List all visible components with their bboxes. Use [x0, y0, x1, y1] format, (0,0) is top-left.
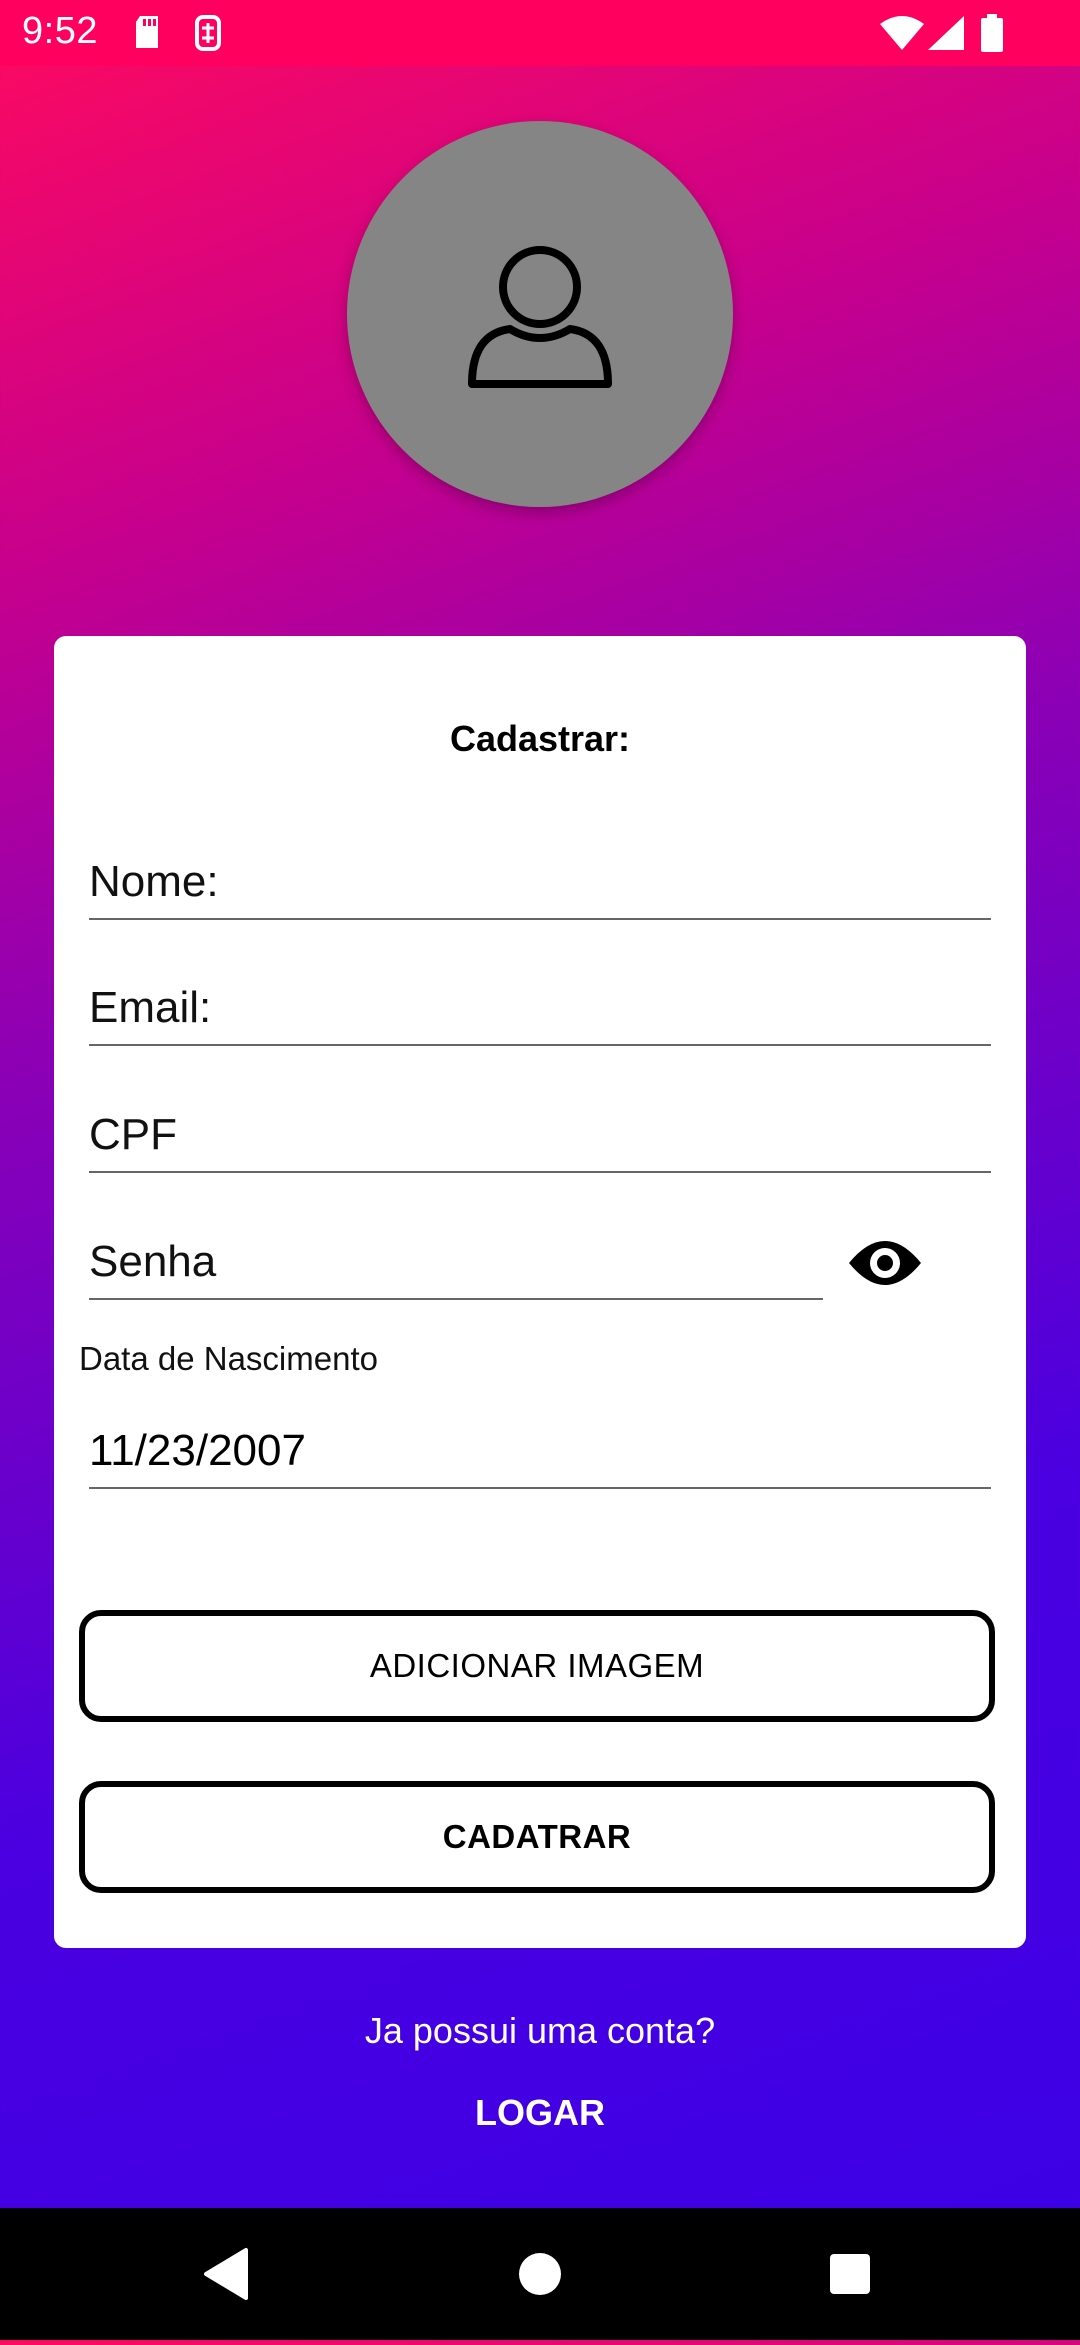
- home-button[interactable]: [480, 2208, 600, 2340]
- battery-icon: [980, 14, 1004, 57]
- have-account-text: Ja possui uma conta?: [364, 2010, 716, 2051]
- birth-date-label: Data de Nascimento: [79, 1340, 378, 1377]
- password-field[interactable]: [89, 1232, 823, 1300]
- eye-icon: [849, 1241, 921, 1285]
- signal-icon: [928, 16, 964, 55]
- birth-date-field[interactable]: [89, 1421, 991, 1489]
- person-icon: [468, 246, 612, 388]
- status-time: 9:52: [22, 10, 98, 52]
- avatar[interactable]: [347, 121, 733, 507]
- name-input[interactable]: [89, 852, 991, 912]
- email-field[interactable]: [89, 978, 991, 1046]
- navigation-bar: [0, 2208, 1080, 2340]
- sync-icon: [192, 14, 224, 57]
- cpf-field[interactable]: [89, 1105, 991, 1173]
- sd-card-icon: [132, 14, 162, 55]
- recents-icon: [830, 2254, 870, 2294]
- back-button[interactable]: [166, 2208, 286, 2340]
- birth-date-input[interactable]: [89, 1421, 991, 1481]
- login-link[interactable]: LOGAR: [0, 2092, 1080, 2134]
- back-icon: [204, 2248, 248, 2300]
- add-image-button[interactable]: ADICIONAR IMAGEM: [79, 1610, 995, 1722]
- name-field[interactable]: [89, 852, 991, 920]
- status-bar: 9:52: [0, 0, 1080, 66]
- password-input[interactable]: [89, 1232, 823, 1292]
- toggle-password-button[interactable]: [847, 1233, 923, 1293]
- register-button[interactable]: CADATRAR: [79, 1781, 995, 1893]
- wifi-icon: [880, 16, 924, 55]
- recents-button[interactable]: [790, 2208, 910, 2340]
- form-title: Cadastrar:: [449, 718, 631, 759]
- home-icon: [519, 2253, 561, 2295]
- email-input[interactable]: [89, 978, 991, 1038]
- cpf-input[interactable]: [89, 1105, 991, 1165]
